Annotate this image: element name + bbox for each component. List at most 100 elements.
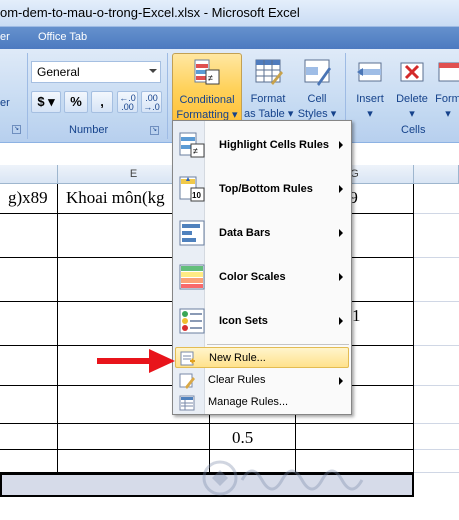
table-cell[interactable] [414, 258, 459, 302]
menu-item-data-bars[interactable]: Data Bars [175, 213, 349, 253]
number-format-combo[interactable]: General [31, 61, 161, 83]
partial-label[interactable]: er [0, 97, 10, 109]
conditional-label-1: Conditional [179, 94, 235, 106]
chevron-down-icon [149, 69, 157, 73]
cells-group-label: Cells [401, 124, 426, 136]
submenu-arrow-icon [339, 273, 343, 281]
table-cell[interactable] [58, 450, 210, 473]
table-cell[interactable] [0, 214, 58, 258]
format-table-label-1: Format [250, 93, 286, 105]
table-cell[interactable] [414, 184, 459, 214]
table-cell[interactable] [0, 424, 58, 450]
format-dropdown: ▾ [445, 108, 451, 120]
window-title: om-dem-to-mau-o-trong-Excel.xlsx - Micro… [0, 5, 300, 20]
table-cell[interactable] [414, 302, 459, 346]
separator [167, 53, 168, 139]
svg-text:≠: ≠ [208, 73, 213, 83]
format-button[interactable]: Form ▾ [433, 53, 459, 123]
delete-dropdown: ▾ [409, 108, 415, 120]
comma-button[interactable]: , [91, 91, 113, 113]
format-as-table-button[interactable]: Format as Table ▾ [244, 53, 294, 123]
insert-label: Insert [356, 93, 384, 105]
table-cell[interactable] [296, 424, 414, 450]
number-group-label: Number [69, 124, 109, 136]
menu-label: Icon Sets [219, 315, 268, 327]
menu-label: Data Bars [219, 227, 271, 239]
top-bottom-icon: 10 [179, 176, 205, 202]
cell-value: 1 [352, 306, 361, 325]
red-pointer-arrow-icon [97, 349, 175, 373]
insert-button[interactable]: Insert ▾ [349, 53, 391, 123]
cell-styles-label-2: Styles ▾ [297, 108, 337, 120]
table-cell[interactable] [58, 424, 210, 450]
manage-rules-icon [179, 395, 195, 411]
insert-icon [357, 62, 382, 82]
menu-label: Color Scales [219, 271, 286, 283]
insert-dropdown: ▾ [367, 108, 373, 120]
delete-label: Delete [396, 93, 428, 105]
clear-rules-icon [179, 373, 195, 389]
number-format-value: General [37, 65, 80, 79]
menu-item-manage-rules[interactable]: Manage Rules... [175, 392, 349, 413]
table-cell[interactable] [414, 214, 459, 258]
cell-value: g)x89 [8, 188, 48, 207]
format-table-label-2: as Table ▾ [244, 108, 294, 120]
menu-label: New Rule... [209, 352, 266, 364]
menu-item-clear-rules[interactable]: Clear Rules [175, 370, 349, 391]
format-label: Form [435, 93, 459, 105]
cell-styles-label-1: Cell [307, 93, 327, 105]
separator [27, 53, 28, 139]
menu-label: Highlight Cells Rules [219, 139, 330, 151]
increase-decimal-button[interactable]: ←.0 .00 [117, 91, 138, 113]
decrease-decimal-button[interactable]: .00 →.0 [141, 91, 162, 113]
new-rule-icon [180, 351, 195, 366]
submenu-arrow-icon [339, 317, 343, 325]
ribbon-tabs: er Office Tab [0, 27, 459, 49]
menu-item-top-bottom-rules[interactable]: 10 Top/Bottom Rules [175, 169, 349, 209]
conditional-formatting-button[interactable]: ≠ Conditional Formatting ▾ [172, 53, 242, 123]
menu-item-icon-sets[interactable]: Icon Sets [175, 301, 349, 341]
table-cell[interactable]: 0.5 [210, 424, 296, 450]
delete-icon [400, 62, 424, 82]
conditional-formatting-icon: ≠ [194, 59, 220, 85]
number-launcher-icon[interactable]: ↘ [150, 126, 159, 135]
menu-item-new-rule[interactable]: New Rule... [175, 347, 349, 368]
svg-text:≠: ≠ [193, 146, 198, 156]
delete-button[interactable]: Delete ▾ [393, 53, 431, 123]
table-cell[interactable] [414, 450, 459, 473]
submenu-arrow-icon [339, 229, 343, 237]
submenu-arrow-icon [339, 377, 343, 385]
table-icon [255, 59, 283, 85]
table-cell[interactable] [0, 346, 58, 386]
color-scales-icon [179, 264, 205, 290]
table-cell[interactable] [0, 386, 58, 424]
data-bars-icon [179, 220, 205, 246]
submenu-arrow-icon [339, 185, 343, 193]
table-cell[interactable]: g)x89 [0, 184, 58, 214]
table-cell[interactable] [414, 386, 459, 424]
tab-office-tab[interactable]: Office Tab [38, 31, 87, 43]
table-cell[interactable] [0, 302, 58, 346]
table-cell[interactable] [414, 424, 459, 450]
menu-item-color-scales[interactable]: Color Scales [175, 257, 349, 297]
tab-partial[interactable]: er [0, 31, 10, 43]
percent-button[interactable]: % [64, 91, 88, 113]
menu-divider [207, 344, 349, 345]
table-cell[interactable] [0, 450, 58, 473]
submenu-arrow-icon [339, 141, 343, 149]
launcher-icon[interactable]: ↘ [12, 125, 21, 134]
table-cell[interactable] [414, 346, 459, 386]
svg-text:10: 10 [192, 191, 201, 200]
currency-button[interactable]: $ ▾ [31, 91, 61, 113]
column-header-d[interactable] [0, 165, 58, 184]
menu-label: Clear Rules [208, 374, 266, 386]
format-icon [438, 62, 459, 82]
column-header-h[interactable] [414, 165, 459, 184]
cell-value: Khoai môn(kg [66, 188, 165, 207]
menu-label: Manage Rules... [208, 396, 289, 408]
cell-styles-button[interactable]: Cell Styles ▾ [294, 53, 340, 123]
menu-item-highlight-cells-rules[interactable]: ≠ Highlight Cells Rules [175, 125, 349, 165]
highlight-cells-icon: ≠ [179, 132, 205, 158]
table-cell[interactable] [0, 258, 58, 302]
title-bar: om-dem-to-mau-o-trong-Excel.xlsx - Micro… [0, 0, 459, 27]
